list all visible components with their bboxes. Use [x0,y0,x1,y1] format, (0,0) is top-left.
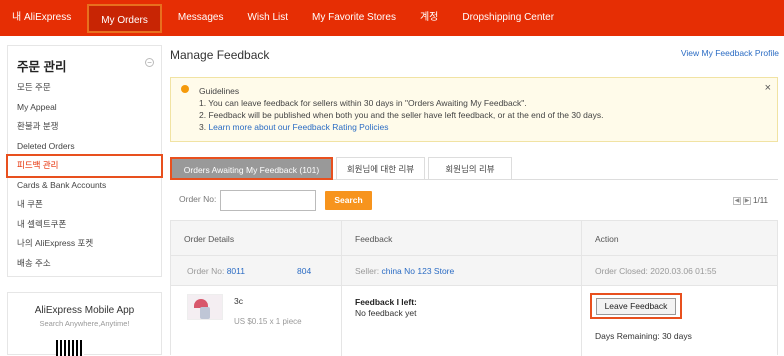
table-row: 3c US $0.15 x 1 piece Feedback I left: N… [171,287,777,356]
minus-circle-icon[interactable]: − [145,58,154,67]
sidebar-item-shipping-address[interactable]: 배송 주소 [8,254,161,274]
seller-link[interactable]: china No 123 Store [381,266,454,276]
view-feedback-profile-link[interactable]: View My Feedback Profile [681,48,779,58]
leave-feedback-highlight: Leave Feedback [590,293,682,319]
order-no-text-label: Order No: [187,266,225,276]
days-remaining: Days Remaining: 30 days [595,331,692,341]
page-indicator: 1/11 [753,196,768,205]
sidebar-title: 주문 관리 [17,60,67,74]
sidebar-item-aliexpress-pocket[interactable]: 나의 AliExpress 포켓 [8,234,161,254]
product-price: US $0.15 x 1 piece [234,317,302,326]
sidebar-item-cards-bank-accounts[interactable]: Cards & Bank Accounts [8,176,161,196]
feedback-left-value: No feedback yet [355,308,417,318]
order-no-label: Order No: [179,194,217,204]
nav-my-aliexpress[interactable]: 내 AliExpress [0,0,83,36]
order-number: Order No: 8011 804 [187,266,311,276]
tab-reviews-about-you[interactable]: 회원님에 대한 리뷰 [336,157,425,180]
order-info-row: Order No: 8011 804 Seller: china No 123 S… [171,256,777,286]
order-filter: Order No: Search ◀ ▶ 1/11 [170,180,778,220]
product-thumbnail[interactable] [187,294,223,320]
guideline-2: 2. Feedback will be published when both … [199,110,604,120]
seller-label: Seller: [355,266,380,276]
feedback-tabs: Orders Awaiting My Feedback (101) 회원님에 대… [170,157,778,180]
nav-favorite-stores[interactable]: My Favorite Stores [300,0,408,36]
page-title: Manage Feedback [170,48,270,62]
nav-messages[interactable]: Messages [166,0,236,36]
next-page-icon[interactable]: ▶ [743,196,752,205]
sidebar: 주문 관리 − 모든 주문 My Appeal 환불과 분쟁 Deleted O… [6,45,163,277]
header-action: Action [595,234,619,244]
nav-wish-list[interactable]: Wish List [235,0,300,36]
tab-awaiting-feedback[interactable]: Orders Awaiting My Feedback (101) [170,157,333,180]
app-promo-subtitle: Search Anywhere,Anytime! [39,319,130,328]
table-header: Order Details Feedback Action [171,221,777,256]
nav-dropshipping-center[interactable]: Dropshipping Center [450,0,566,36]
pager: ◀ ▶ 1/11 [733,196,768,205]
sidebar-nav: 모든 주문 My Appeal 환불과 분쟁 Deleted Orders 피드… [6,78,163,274]
guidelines-heading: Guidelines [199,86,240,96]
close-icon[interactable]: × [765,82,771,94]
seller-info: Seller: china No 123 Store [355,266,454,276]
search-button[interactable]: Search [325,191,372,210]
order-closed-time: Order Closed: 2020.03.06 01:55 [595,266,717,276]
order-number-link-start[interactable]: 8011 [227,266,245,276]
leave-feedback-button[interactable]: Leave Feedback [596,298,676,315]
sidebar-item-feedback-management[interactable]: 피드백 관리 [6,154,163,178]
nav-my-orders[interactable]: My Orders [87,3,162,33]
feedback-policies-link[interactable]: Learn more about our Feedback Rating Pol… [208,122,388,132]
sidebar-item-my-appeal[interactable]: My Appeal [8,98,161,118]
app-promo-title: AliExpress Mobile App [34,305,135,316]
tab-your-reviews[interactable]: 회원님의 리뷰 [428,157,512,180]
top-nav: 내 AliExpress My Orders Messages Wish Lis… [0,0,784,36]
nav-account[interactable]: 계정 [408,0,450,36]
sidebar-item-refunds-disputes[interactable]: 환불과 분쟁 [8,117,161,137]
info-pin-icon [181,85,189,93]
sidebar-item-all-orders[interactable]: 모든 주문 [8,78,161,98]
header-feedback: Feedback [355,234,393,244]
guideline-1: 1. You can leave feedback for sellers wi… [199,98,527,108]
guidelines-box: Guidelines 1. You can leave feedback for… [170,77,778,142]
feedback-table: Order Details Feedback Action Order No: … [170,220,778,356]
sidebar-item-my-coupons[interactable]: 내 쿠폰 [8,195,161,215]
feedback-left-label: Feedback I left: [355,297,417,307]
guidelines-text: Guidelines 1. You can leave feedback for… [199,85,604,133]
mobile-app-promo: AliExpress Mobile App Search Anywhere,An… [7,292,162,356]
order-number-link-end[interactable]: 804 [297,266,311,276]
product-name[interactable]: 3c [234,296,243,306]
sidebar-item-select-coupons[interactable]: 내 셀렉트쿠폰 [8,215,161,235]
guideline-3: 3. Learn more about our Feedback Rating … [199,121,604,133]
order-no-input[interactable] [220,190,316,211]
header-order-details: Order Details [184,234,235,244]
prev-page-icon[interactable]: ◀ [733,196,742,205]
sidebar-item-deleted-orders[interactable]: Deleted Orders [8,137,161,157]
qr-code-icon [56,340,84,356]
